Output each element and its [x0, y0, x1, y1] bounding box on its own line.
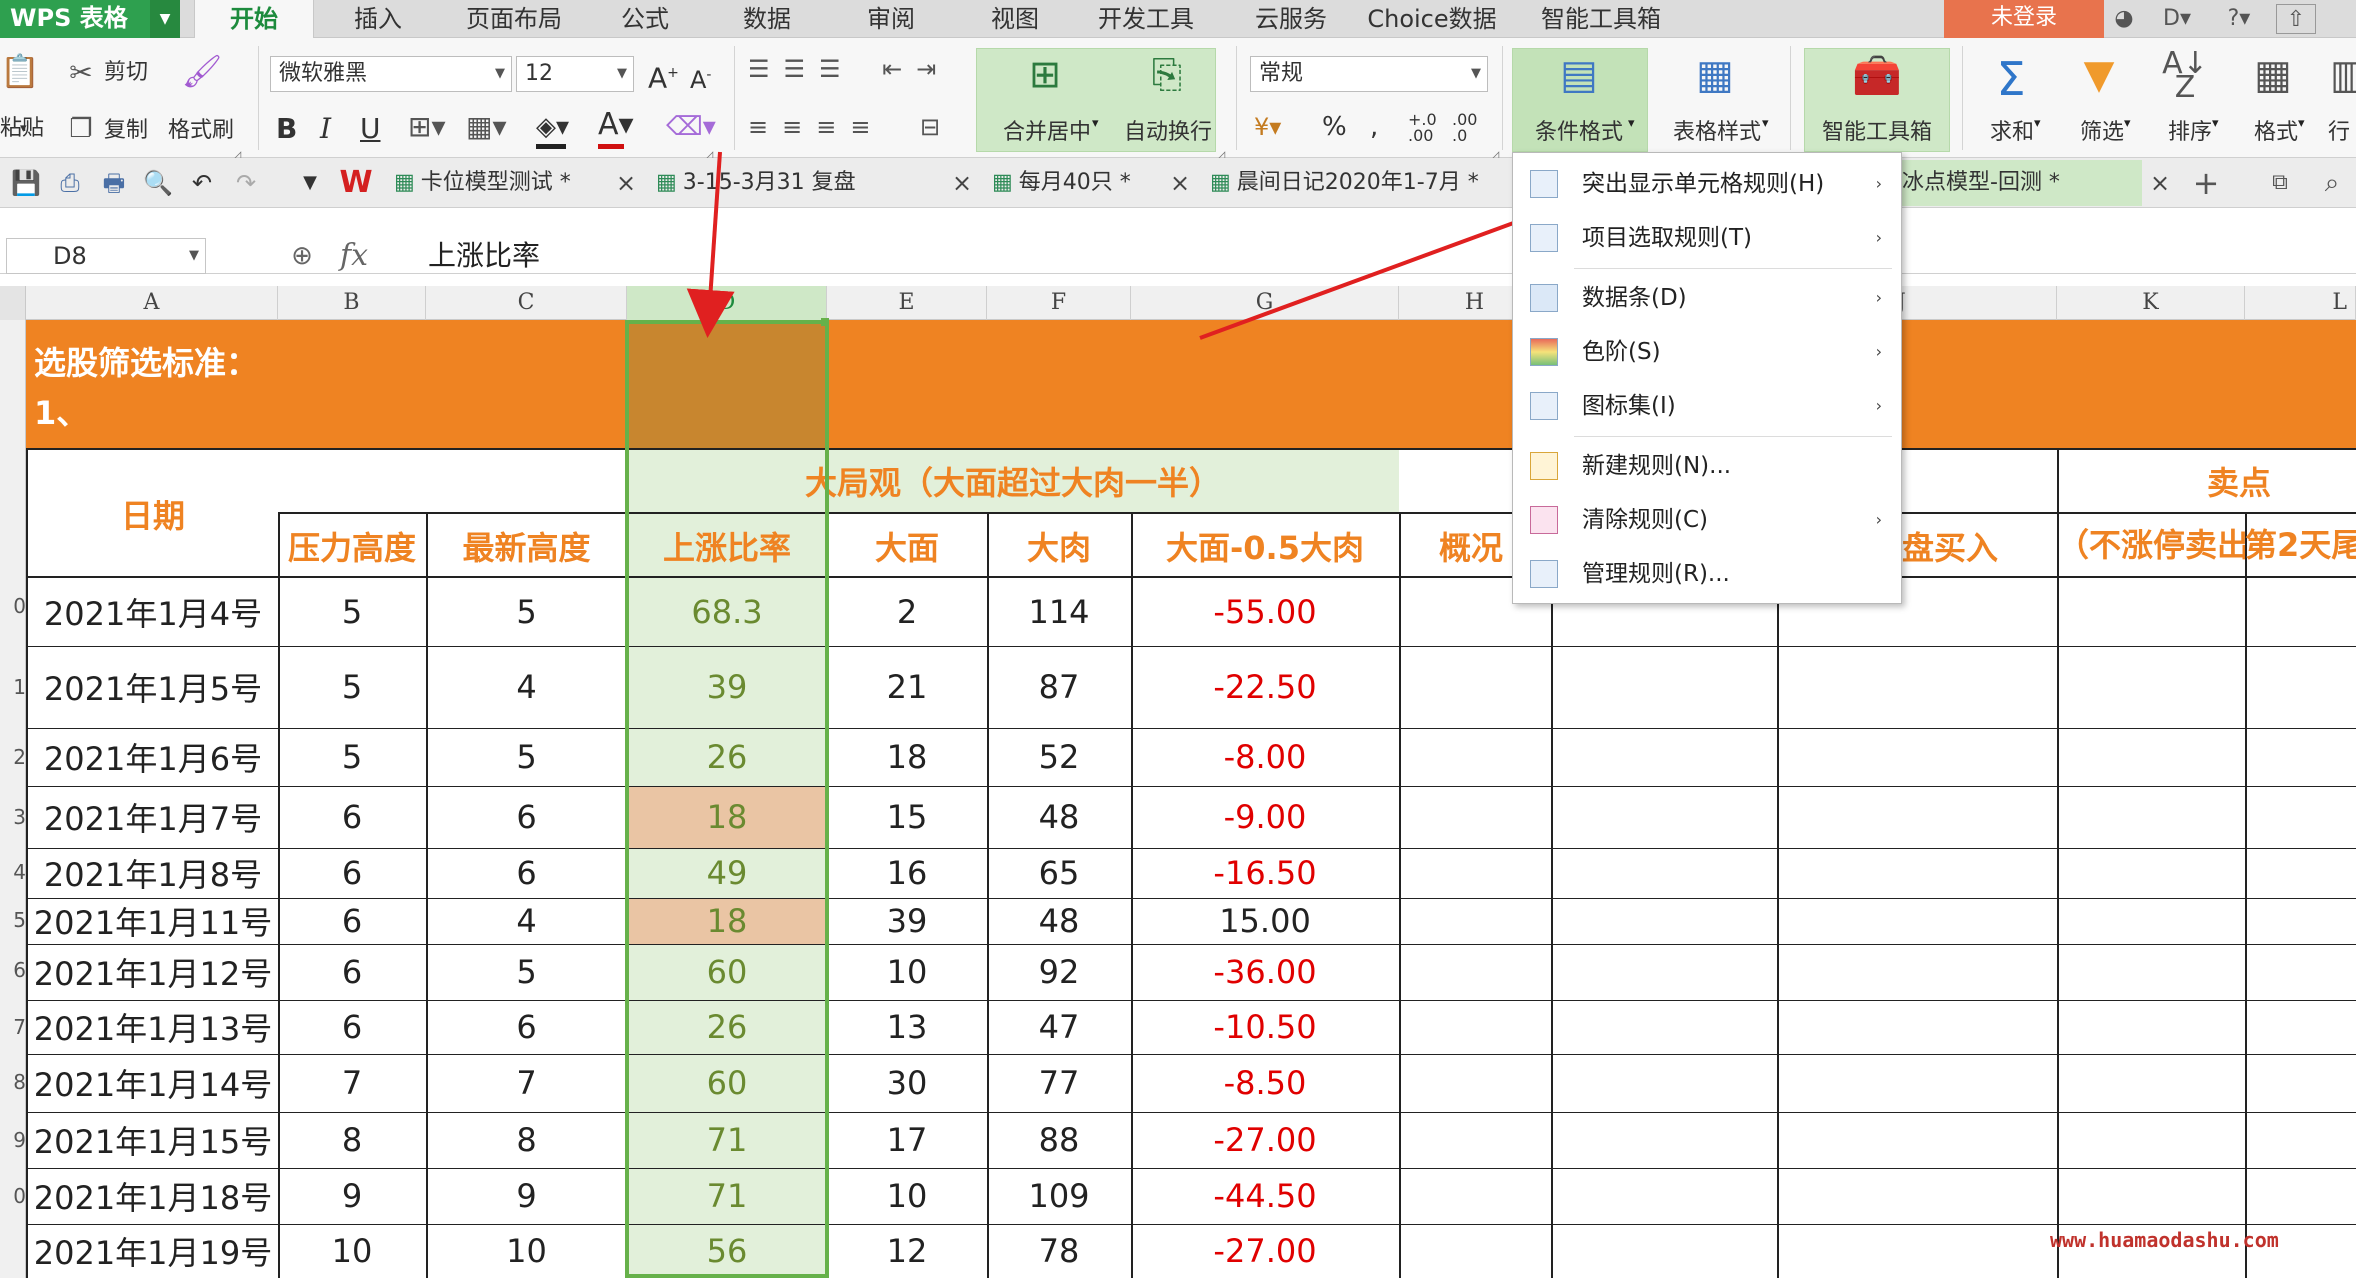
- menu-item-new-rule[interactable]: 新建规则(N)...: [1514, 440, 1900, 492]
- annotation-arrows: [686, 151, 1584, 340]
- new-rule-icon: [1530, 452, 1558, 480]
- menu-separator: [1574, 268, 1892, 269]
- menu-item-label: 图标集(I): [1582, 393, 1676, 419]
- color-scales-icon: [1530, 338, 1558, 366]
- highlight-rules-icon: [1530, 170, 1558, 198]
- clear-rules-icon: [1530, 506, 1558, 534]
- data-bars-icon: [1530, 284, 1558, 312]
- top-bottom-rules-icon: [1530, 224, 1558, 252]
- submenu-arrow-icon: ›: [1875, 342, 1882, 361]
- submenu-arrow-icon: ›: [1875, 288, 1882, 307]
- menu-item-data-bars[interactable]: 数据条(D) ›: [1514, 272, 1900, 324]
- menu-item-label: 色阶(S): [1582, 339, 1661, 365]
- arrow-to-column-d: [686, 151, 735, 338]
- menu-item-top-bottom-rules[interactable]: 项目选取规则(T) ›: [1514, 212, 1900, 264]
- menu-item-label: 清除规则(C): [1582, 507, 1709, 533]
- icon-sets-icon: [1530, 392, 1558, 420]
- submenu-arrow-icon: ›: [1875, 228, 1882, 247]
- menu-item-manage-rules[interactable]: 管理规则(R)...: [1514, 548, 1900, 600]
- watermark: www.huamaodashu.com: [2050, 1228, 2279, 1252]
- menu-item-icon-sets[interactable]: 图标集(I) ›: [1514, 380, 1900, 432]
- menu-item-label: 突出显示单元格规则(H): [1582, 171, 1825, 197]
- menu-item-color-scales[interactable]: 色阶(S) ›: [1514, 326, 1900, 378]
- menu-item-label: 项目选取规则(T): [1582, 225, 1752, 251]
- submenu-arrow-icon: ›: [1875, 510, 1882, 529]
- menu-item-label: 管理规则(R)...: [1582, 561, 1730, 587]
- menu-item-label: 新建规则(N)...: [1582, 453, 1732, 479]
- submenu-arrow-icon: ›: [1875, 174, 1882, 193]
- menu-separator: [1574, 436, 1892, 437]
- menu-item-clear-rules[interactable]: 清除规则(C) ›: [1514, 494, 1900, 546]
- menu-item-highlight-cells-rules[interactable]: 突出显示单元格规则(H) ›: [1514, 158, 1900, 210]
- submenu-arrow-icon: ›: [1875, 396, 1882, 415]
- menu-item-label: 数据条(D): [1582, 285, 1687, 311]
- manage-rules-icon: [1530, 560, 1558, 588]
